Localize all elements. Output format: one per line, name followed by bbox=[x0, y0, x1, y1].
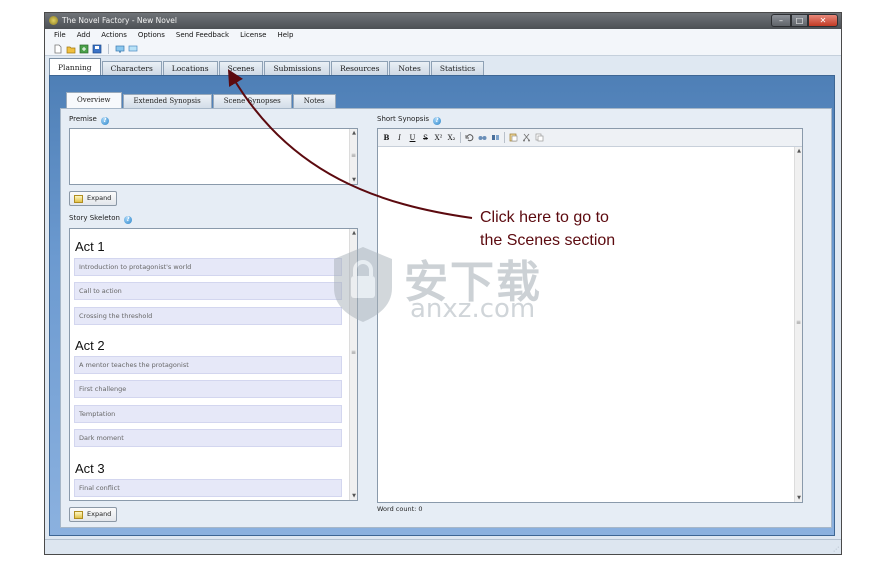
annotation-arrow bbox=[227, 69, 473, 219]
annotation-line2: the Scenes section bbox=[480, 232, 616, 249]
annotation-line1: Click here to go to bbox=[480, 209, 609, 226]
annotation-callout: Click here to go to the Scenes section bbox=[480, 206, 670, 252]
